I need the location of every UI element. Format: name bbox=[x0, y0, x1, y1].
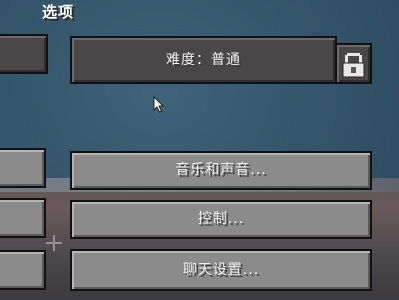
mouse-cursor-icon bbox=[153, 96, 165, 113]
lock-icon bbox=[342, 53, 365, 78]
left-option-button-4[interactable] bbox=[0, 250, 46, 290]
page-title: 选项 bbox=[42, 3, 75, 21]
difficulty-lock-button[interactable] bbox=[335, 43, 372, 84]
chat-settings-label: 聊天设置... bbox=[182, 262, 260, 278]
difficulty-button[interactable]: 难度：普通 bbox=[70, 36, 337, 84]
left-option-button-2[interactable] bbox=[0, 148, 46, 188]
controls-button[interactable]: 控制... bbox=[70, 200, 372, 239]
controls-label: 控制... bbox=[197, 211, 245, 227]
music-sounds-label: 音乐和声音... bbox=[175, 162, 267, 178]
chat-settings-button[interactable]: 聊天设置... bbox=[70, 249, 372, 291]
difficulty-label: 难度：普通 bbox=[166, 52, 241, 68]
left-option-button-1[interactable] bbox=[0, 34, 48, 74]
music-sounds-button[interactable]: 音乐和声音... bbox=[70, 151, 372, 190]
crosshair-icon bbox=[46, 235, 62, 251]
left-option-button-3[interactable] bbox=[0, 198, 46, 238]
